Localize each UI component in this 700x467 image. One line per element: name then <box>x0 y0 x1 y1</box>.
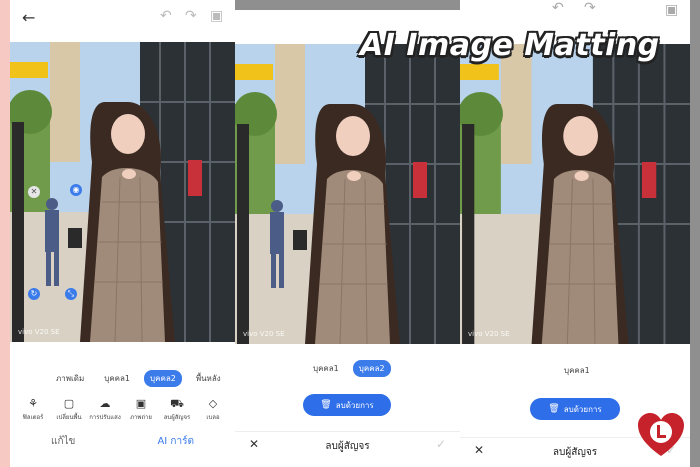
heart-logo-icon <box>638 413 684 456</box>
undo-icon[interactable]: ↶ <box>160 8 172 24</box>
editor-panel-3: ↶ ↷ ▣ vivo V20 SE บุคคล1 🗑 ลบด้วยการ ✕ ล… <box>460 0 690 467</box>
photo-watermark: vivo V20 SE <box>468 330 510 338</box>
photo-canvas[interactable]: vivo V20 SE <box>460 44 690 344</box>
background-icon: ▢ <box>63 397 75 410</box>
photo-canvas[interactable]: vivo V20 SE <box>235 44 460 344</box>
editor-topbar: ← ↶ ↷ ▣ <box>10 0 235 34</box>
erase-button[interactable]: 🗑 ลบด้วยการ <box>303 394 391 416</box>
tool-label: การปรับแสง <box>89 414 121 421</box>
footer-title: ลบผู้สัญจร <box>325 441 370 452</box>
trash-icon: 🗑 <box>320 400 332 410</box>
photo-watermark: vivo V20 SE <box>18 328 60 336</box>
tool-label: ภาพถ่าย <box>130 414 152 421</box>
filter-icon: ⚘ <box>28 397 38 410</box>
person-tabs: ภาพเดิม บุคคล1 บุคคล2 พื้นหลัง + <box>50 370 235 387</box>
tab-person-2[interactable]: บุคคล2 <box>144 370 182 387</box>
tool-label: เปลี่ยนพื้น <box>56 414 82 421</box>
person-tabs: บุคคล1 บุคคล2 <box>307 360 399 377</box>
back-arrow-icon[interactable]: ← <box>22 8 35 27</box>
rotate-handle-icon[interactable]: ↻ <box>28 288 40 300</box>
passerby-icon: ⛟ <box>170 397 184 410</box>
tool-adjust[interactable]: ☁ การปรับแสง <box>88 396 122 422</box>
erase-label: ลบด้วยการ <box>563 404 602 414</box>
tool-filter[interactable]: ⚘ ฟิลเตอร์ <box>16 396 50 422</box>
close-selection-icon[interactable]: ✕ <box>28 186 40 198</box>
editor-panel-2: vivo V20 SE บุคคล1 บุคคล2 🗑 ลบด้วยการ ✕ … <box>235 10 460 467</box>
tool-label: ลบผู้สัญจร <box>163 414 191 421</box>
tab-person-1[interactable]: บุคคล1 <box>307 360 345 377</box>
erase-label: ลบด้วยการ <box>335 400 374 410</box>
save-icon[interactable]: ▣ <box>665 2 678 18</box>
nav-ai[interactable]: AI การ์ต <box>143 434 208 449</box>
editor-panel-1: ← ↶ ↷ ▣ ✕ ◉ ↻ ⤡ vivo V20 SE ภาพเดิม บุคค… <box>10 0 235 467</box>
camera-icon[interactable]: ◉ <box>70 184 82 196</box>
person-tabs: บุคคล1 <box>558 362 604 379</box>
blur-icon: ◇ <box>208 397 218 410</box>
tool-portrait[interactable]: ▣ ภาพถ่าย <box>124 396 158 422</box>
tab-person-1[interactable]: บุคคล1 <box>558 362 596 379</box>
tool-row: ⚘ ฟิลเตอร์ ▢ เปลี่ยนพื้น ☁ การปรับแสง ▣ … <box>16 396 230 422</box>
tab-person-1[interactable]: บุคคล1 <box>98 370 136 387</box>
confirm-check-icon[interactable]: ✓ <box>436 437 446 451</box>
trash-icon: 🗑 <box>548 404 560 414</box>
tool-label: ฟิลเตอร์ <box>22 414 44 421</box>
erase-button[interactable]: 🗑 ลบด้วยการ <box>530 398 620 420</box>
photo-canvas[interactable]: ✕ ◉ ↻ ⤡ vivo V20 SE <box>10 42 235 342</box>
footer-bar: ✕ ลบผู้สัญจร ✓ <box>235 431 460 457</box>
tool-background[interactable]: ▢ เปลี่ยนพื้น <box>52 396 86 422</box>
photo-scene <box>460 44 690 344</box>
tab-original[interactable]: ภาพเดิม <box>50 370 90 387</box>
bottom-nav: แก้ไข AI การ์ต <box>10 434 235 449</box>
nav-edit[interactable]: แก้ไข <box>37 434 89 449</box>
redo-icon[interactable]: ↷ <box>185 8 197 24</box>
save-icon[interactable]: ▣ <box>210 8 223 24</box>
resize-handle-icon[interactable]: ⤡ <box>65 288 77 300</box>
tool-passerby[interactable]: ⛟ ลบผู้สัญจร <box>160 396 194 422</box>
tab-person-2[interactable]: บุคคล2 <box>352 360 391 377</box>
headline: AI Image Matting <box>360 28 660 63</box>
photo-watermark: vivo V20 SE <box>243 330 285 338</box>
portrait-icon: ▣ <box>135 397 147 410</box>
photo-scene <box>235 44 460 344</box>
tool-label: เบลอ <box>206 414 220 421</box>
tool-blur[interactable]: ◇ เบลอ <box>196 396 230 422</box>
photo-scene <box>10 42 235 342</box>
redo-icon[interactable]: ↷ <box>584 0 596 16</box>
adjust-icon: ☁ <box>99 397 111 410</box>
undo-icon[interactable]: ↶ <box>552 0 564 16</box>
tab-background[interactable]: พื้นหลัง <box>190 370 227 387</box>
